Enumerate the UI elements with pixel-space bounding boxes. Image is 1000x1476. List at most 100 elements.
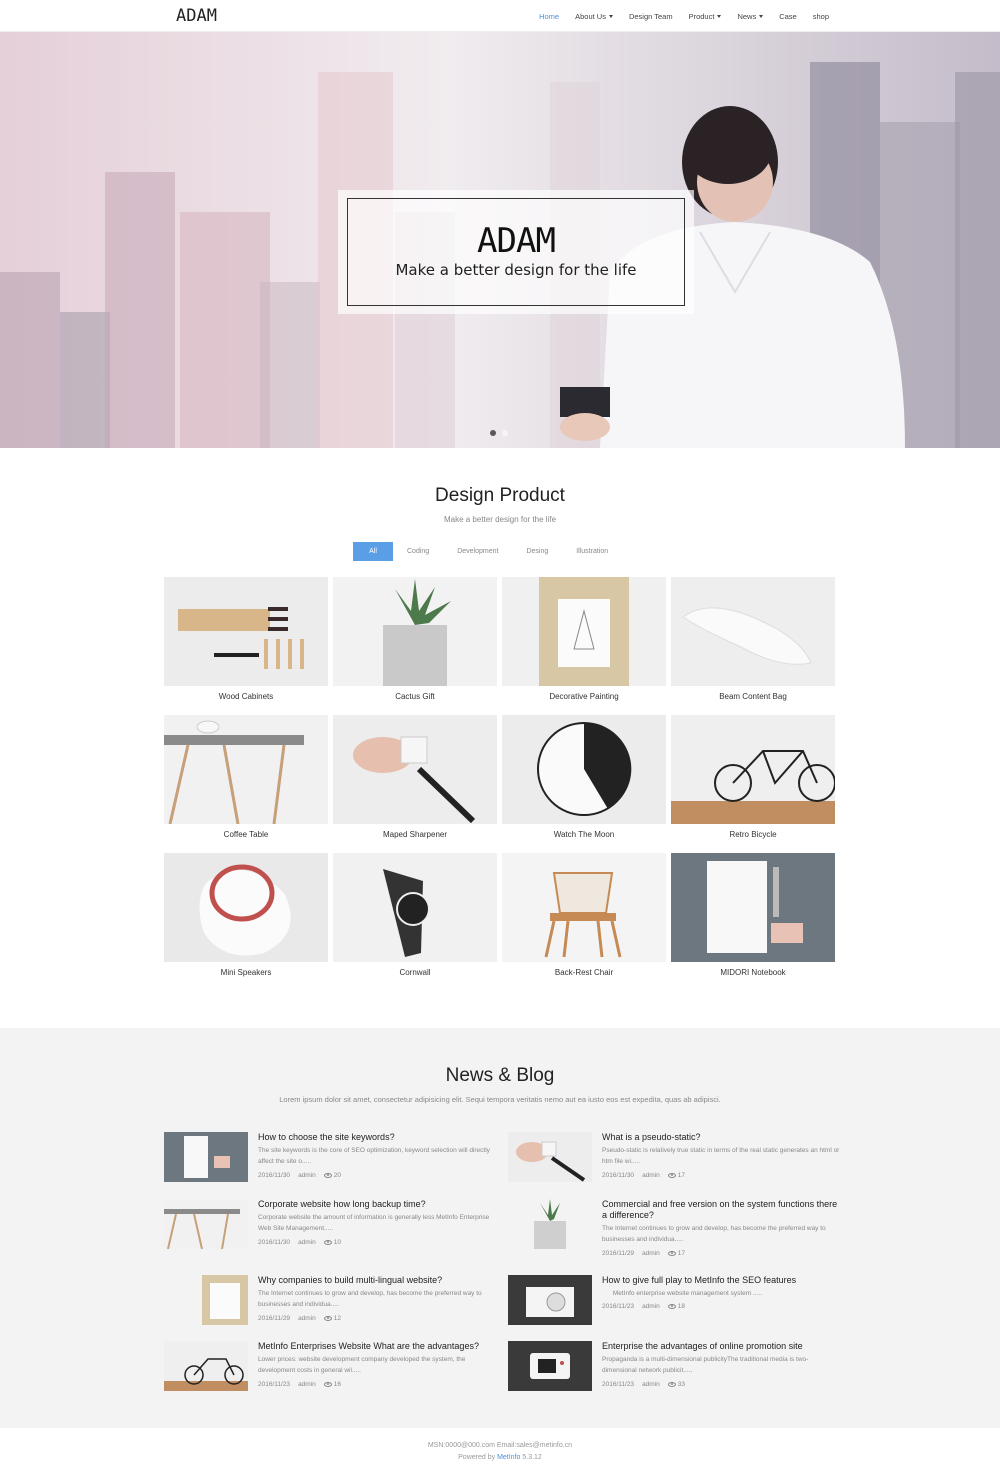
news-views: 33	[667, 1381, 686, 1388]
nav-item-case[interactable]: Case	[771, 0, 805, 32]
news-views: 17	[667, 1250, 685, 1257]
news-views: 12	[323, 1315, 342, 1322]
nav-item-about-us[interactable]: About Us	[567, 0, 621, 32]
product-image	[671, 715, 835, 824]
metinfo-link[interactable]: MetInfo	[497, 1454, 520, 1461]
news-item-title[interactable]: Why companies to build multi-lingual web…	[258, 1275, 498, 1286]
filter-coding[interactable]: Coding	[393, 542, 443, 561]
footer-powered: Powered by MetInfo 5.3.12	[0, 1452, 1000, 1464]
nav-item-home[interactable]: Home	[531, 0, 567, 32]
news-item-meta: 2016/11/30 admin 17	[602, 1172, 685, 1179]
news-view-count: 17	[677, 1172, 686, 1179]
news-author: admin	[298, 1381, 316, 1388]
product-name: Wood Cabinets	[218, 692, 274, 701]
news-views: 18	[667, 1303, 686, 1310]
news-item-meta: 2016/11/30 admin 10	[258, 1239, 341, 1246]
nav-item-design-team[interactable]: Design Team	[621, 0, 681, 32]
news-view-count: 12	[333, 1315, 342, 1322]
news-item-title[interactable]: How to choose the site keywords?	[258, 1132, 498, 1143]
news-item-title[interactable]: Corporate website how long backup time?	[258, 1199, 498, 1210]
news-item-desc: MetInfo enterprise website management sy…	[602, 1290, 763, 1297]
product-image	[333, 853, 497, 962]
news-item[interactable]: Why companies to build multi-lingual web…	[164, 1275, 494, 1331]
product-name: Watch The Moon	[553, 830, 615, 839]
news-item[interactable]: How to choose the site keywords? The sit…	[164, 1132, 494, 1188]
hero-caption-box: ADAM Make a better design for the life	[338, 190, 694, 314]
product-card[interactable]: Beam Content Bag	[671, 577, 835, 701]
news-author: admin	[298, 1172, 316, 1179]
product-image	[164, 577, 328, 686]
navbar: ADAM Home About Us Design Team Product N…	[0, 0, 1000, 32]
product-card[interactable]: Wood Cabinets	[164, 577, 328, 701]
news-views: 16	[323, 1381, 341, 1388]
news-author: admin	[642, 1250, 660, 1257]
slider-dot-1[interactable]	[490, 430, 496, 436]
product-card[interactable]: Maped Sharpener	[333, 715, 497, 839]
news-item[interactable]: What is a pseudo-static? Pseudo-static i…	[508, 1132, 839, 1188]
slider-dot-2[interactable]	[502, 430, 508, 436]
filter-illustration[interactable]: Illustration	[562, 542, 622, 561]
news-item-meta: 2016/11/29 admin 12	[258, 1315, 341, 1322]
news-item-meta: 2016/11/23 admin 18	[602, 1303, 685, 1310]
eye-icon	[323, 1315, 332, 1321]
eye-icon	[667, 1303, 676, 1309]
news-item-desc: The site keywords is the core of SEO opt…	[258, 1147, 490, 1165]
hero-slider[interactable]: ADAM Make a better design for the life	[0, 32, 1000, 448]
news-item-desc: The Internet continues to grow and devel…	[258, 1290, 482, 1308]
eye-icon	[667, 1250, 676, 1256]
news-views: 17	[667, 1172, 686, 1179]
product-image	[502, 853, 666, 962]
nav-item-product[interactable]: Product	[681, 0, 730, 32]
news-item-title[interactable]: What is a pseudo-static?	[602, 1132, 842, 1143]
product-card[interactable]: Watch The Moon	[502, 715, 666, 839]
news-title: News & Blog	[445, 1065, 555, 1086]
news-view-count: 33	[677, 1381, 686, 1388]
product-card[interactable]: Cactus Gift	[333, 577, 497, 701]
news-date: 2016/11/30	[258, 1239, 291, 1246]
news-author: admin	[642, 1381, 660, 1388]
news-item[interactable]: Corporate website how long backup time? …	[164, 1199, 494, 1255]
nav-item-news[interactable]: News	[729, 0, 771, 32]
product-card[interactable]: Retro Bicycle	[671, 715, 835, 839]
news-author: admin	[298, 1239, 316, 1246]
news-thumbnail	[508, 1132, 592, 1182]
eye-icon	[323, 1381, 332, 1387]
product-image	[502, 715, 666, 824]
news-author: admin	[642, 1172, 660, 1179]
news-item[interactable]: Commercial and free version on the syste…	[508, 1199, 838, 1265]
news-view-count: 18	[677, 1303, 686, 1310]
news-item[interactable]: Enterprise the advantages of online prom…	[508, 1341, 838, 1397]
product-image	[164, 715, 328, 824]
nav-label: Product	[688, 11, 715, 21]
caret-down-icon	[759, 14, 764, 18]
product-name: Beam Content Bag	[719, 692, 787, 701]
product-name: Maped Sharpener	[382, 830, 448, 839]
filter-all[interactable]: All	[353, 542, 393, 561]
product-card[interactable]: Decorative Painting	[502, 577, 666, 701]
news-item-title[interactable]: Enterprise the advantages of online prom…	[602, 1341, 842, 1352]
product-card[interactable]: Cornwall	[333, 853, 497, 977]
news-item[interactable]: How to give full play to MetInfo the SEO…	[508, 1275, 838, 1331]
news-item-title[interactable]: Commercial and free version on the syste…	[602, 1199, 842, 1221]
product-card[interactable]: MIDORI Notebook	[671, 853, 835, 977]
hero-title: ADAM	[477, 221, 556, 261]
product-card[interactable]: Back-Rest Chair	[502, 853, 666, 977]
news-view-count: 20	[333, 1172, 342, 1179]
news-date: 2016/11/30	[602, 1172, 635, 1179]
eye-icon	[323, 1172, 332, 1178]
filter-desing[interactable]: Desing	[512, 542, 562, 561]
news-item-title[interactable]: MetInfo Enterprises Website What are the…	[258, 1341, 498, 1352]
product-card[interactable]: Mini Speakers	[164, 853, 328, 977]
nav-item-shop[interactable]: shop	[805, 0, 837, 32]
news-view-count: 10	[333, 1239, 342, 1246]
nav-label: Home	[539, 11, 560, 21]
news-author: admin	[642, 1303, 660, 1310]
news-item[interactable]: MetInfo Enterprises Website What are the…	[164, 1341, 494, 1397]
filter-development[interactable]: Development	[443, 542, 512, 561]
nav-label: News	[737, 11, 757, 21]
brand-logo[interactable]: ADAM	[176, 6, 217, 26]
hero-subtitle: Make a better design for the life	[395, 261, 637, 279]
product-card[interactable]: Coffee Table	[164, 715, 328, 839]
nav-label: Design Team	[628, 11, 673, 21]
news-item-title[interactable]: How to give full play to MetInfo the SEO…	[602, 1275, 842, 1286]
